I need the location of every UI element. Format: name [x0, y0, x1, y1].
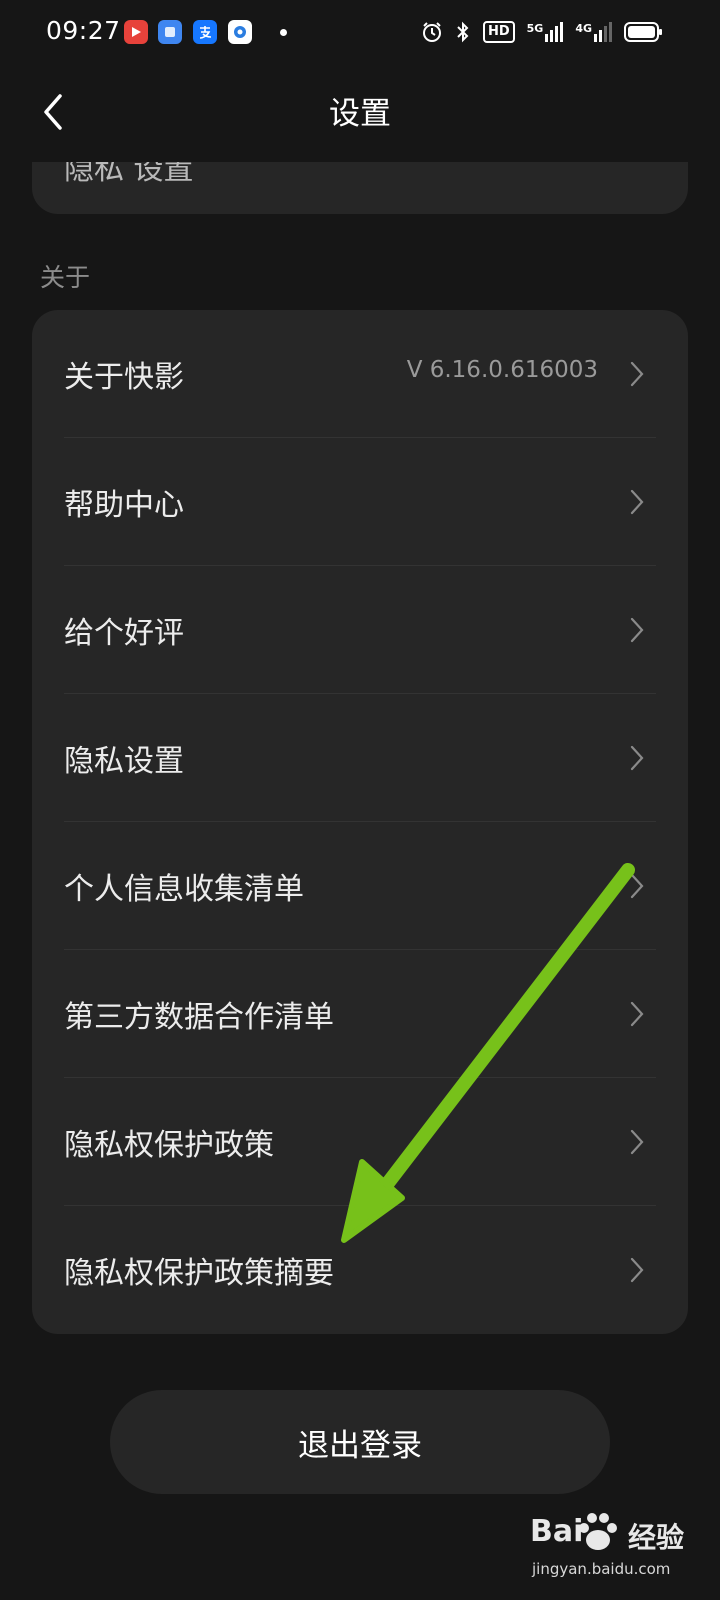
chat-bubble-app-icon: [228, 20, 252, 44]
settings-item-label: 隐私设置: [64, 744, 184, 779]
settings-item-label: 隐私权保护政策: [64, 1128, 274, 1163]
logout-button[interactable]: 退出登录: [110, 1390, 610, 1494]
chevron-right-icon: [630, 617, 644, 643]
hd-icon: HD: [482, 21, 515, 43]
system-status-icons: HD 5G 4G: [421, 18, 664, 46]
chevron-right-icon: [630, 1257, 644, 1283]
settings-item-label: 隐私权保护政策摘要: [64, 1256, 334, 1291]
chevron-right-icon: [630, 1001, 644, 1027]
settings-item-privacy-policy[interactable]: 隐私权保护政策: [32, 1078, 688, 1206]
4g-signal-icon: 4G: [575, 22, 612, 42]
settings-item-help-center[interactable]: 帮助中心: [32, 438, 688, 566]
chevron-right-icon: [630, 361, 644, 387]
settings-item-label: 个人信息收集清单: [64, 872, 304, 907]
settings-item-label: 帮助中心: [64, 488, 184, 523]
about-settings-card: 关于快影 V 6.16.0.616003 帮助中心 给个好评 隐私设置 个人信息…: [32, 310, 688, 1334]
chevron-right-icon: [630, 873, 644, 899]
net2-label: 4G: [575, 22, 592, 35]
watermark-suffix: 经验: [628, 1521, 685, 1554]
watermark-url: jingyan.baidu.com: [532, 1560, 671, 1578]
baidu-jingyan-watermark: Bai 经验 jingyan.baidu.com: [530, 1508, 700, 1588]
battery-icon: [624, 22, 662, 42]
settings-item-privacy-policy-summary[interactable]: 隐私权保护政策摘要: [32, 1206, 688, 1334]
previous-section-card[interactable]: 隐私 设置: [32, 162, 688, 214]
previous-section-partial-text: 隐私 设置: [64, 162, 194, 187]
chevron-right-icon: [630, 1129, 644, 1155]
baidu-paw-icon: [579, 1513, 617, 1550]
status-time: 09:27: [46, 16, 121, 45]
blue-square-app-icon: [158, 20, 182, 44]
settings-item-personal-info-list[interactable]: 个人信息收集清单: [32, 822, 688, 950]
alarm-icon: [422, 22, 441, 42]
5g-signal-icon: 5G: [527, 22, 564, 42]
settings-item-privacy-settings[interactable]: 隐私设置: [32, 694, 688, 822]
version-value: V 6.16.0.616003: [406, 357, 598, 383]
net1-label: 5G: [526, 22, 544, 35]
settings-item-rate-us[interactable]: 给个好评: [32, 566, 688, 694]
settings-item-label: 给个好评: [64, 616, 184, 651]
kuaiying-app-icon: [124, 20, 148, 44]
status-bar: 09:27 HD 5G 4G: [0, 0, 720, 66]
notification-dot: [280, 29, 287, 36]
settings-item-label: 第三方数据合作清单: [64, 1000, 334, 1035]
hd-label: HD: [487, 24, 510, 39]
bluetooth-icon: [457, 21, 469, 43]
chevron-right-icon: [630, 489, 644, 515]
section-label-about: 关于: [40, 263, 91, 292]
navigation-bar: 设置: [0, 66, 720, 162]
page-title: 设置: [329, 96, 391, 132]
settings-item-third-party-data-list[interactable]: 第三方数据合作清单: [32, 950, 688, 1078]
settings-item-about-kuaiying[interactable]: 关于快影 V 6.16.0.616003: [32, 310, 688, 438]
chevron-right-icon: [630, 745, 644, 771]
alipay-icon: [193, 20, 217, 44]
settings-item-label: 关于快影: [64, 360, 184, 395]
